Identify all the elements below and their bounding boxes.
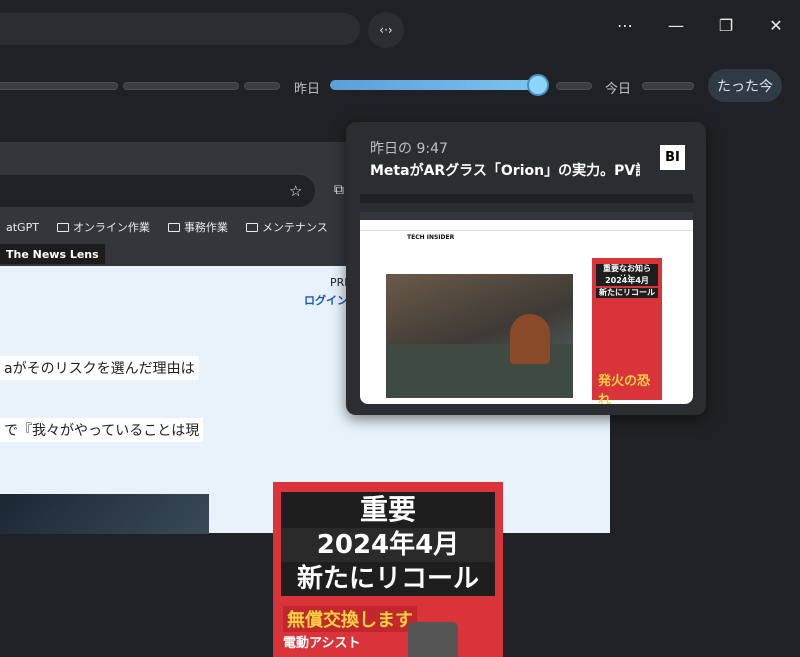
thumb-bookmarks [360, 212, 693, 220]
site-favicon: BI [660, 145, 685, 170]
login-link[interactable]: ログイン [304, 292, 348, 308]
timeline-segment[interactable] [556, 82, 592, 90]
thumb-logo: TECH INSIDER [407, 234, 455, 241]
thumb-ad: 重要なお知らせ！ 2024年4月 新たにリコール 発火の恐れ [592, 258, 662, 404]
folder-icon [245, 222, 258, 232]
thumb-person [510, 314, 550, 364]
preview-title: MetaがARグラス「Orion」の実力。PV詐欺… [370, 163, 640, 179]
preview-thumbnail[interactable]: TECH INSIDER 重要なお知らせ！ 2024年4月 新たにリコール 発火… [360, 194, 693, 404]
restore-button[interactable]: ❐ [706, 10, 746, 40]
code-button[interactable]: ‹·› [368, 12, 404, 48]
timeline-segment[interactable] [244, 82, 280, 90]
bookmark-item[interactable]: オンライン作業 [51, 219, 156, 235]
article-text: で『我々がやっていることは現 [0, 418, 204, 442]
timeline-slider-thumb[interactable] [527, 74, 549, 96]
snapshot-preview-card[interactable]: 昨日の 9:47 MetaがARグラス「Orion」の実力。PV詐欺… BI T… [346, 122, 706, 415]
bookmark-item[interactable]: メンテナンス [240, 219, 334, 235]
timeline-segment[interactable] [642, 82, 694, 90]
timeline-slider-track[interactable] [330, 80, 540, 90]
ad-date: 2024年4月 [281, 528, 495, 562]
timeline-segment[interactable] [0, 82, 118, 90]
thumb-tabbar [360, 194, 693, 203]
today-label: 今日 [605, 82, 632, 97]
bookmark-item[interactable]: 事務作業 [162, 219, 234, 235]
thumb-site-header [360, 220, 693, 231]
now-button[interactable]: たった今 [708, 69, 782, 102]
bookmark-item[interactable]: atGPT [0, 221, 45, 234]
article-text: aがそのリスクを選んだ理由は [0, 356, 199, 380]
extension-icon[interactable]: ⧉ [334, 182, 344, 198]
ad-subtext: 電動アシスト [283, 636, 361, 651]
minimize-button[interactable]: — [656, 10, 696, 40]
top-chrome: ‹·› ⋯ — ❐ ✕ 昨日 今日 たった今 [0, 0, 800, 142]
close-button[interactable]: ✕ [756, 10, 796, 40]
yesterday-label: 昨日 [294, 82, 321, 97]
address-bar[interactable] [0, 175, 315, 207]
ad-recall: 新たにリコール [281, 562, 495, 596]
ad-banner[interactable]: 重要 2024年4月 新たにリコール 無償交換します 電動アシスト [273, 482, 503, 657]
more-options-icon[interactable]: ⋯ [605, 10, 645, 40]
ad-headline: 重要 [281, 492, 495, 528]
thumb-addressbar [360, 203, 693, 212]
thumb-ad-line: 新たにリコール [596, 288, 658, 298]
battery-image [408, 622, 458, 657]
site-logo[interactable]: The News Lens [0, 244, 105, 264]
preview-time: 昨日の 9:47 [370, 141, 448, 157]
search-bar[interactable] [0, 13, 360, 45]
timeline-segment[interactable] [123, 82, 239, 90]
folder-icon [56, 222, 69, 232]
thumb-ad-fire: 発火の恐れ [598, 374, 651, 404]
thumb-ad-line: 2024年4月 [596, 276, 658, 286]
ad-offer: 無償交換します [283, 606, 417, 632]
star-icon[interactable]: ☆ [289, 182, 302, 200]
folder-icon [167, 222, 180, 232]
article-photo [0, 494, 209, 534]
